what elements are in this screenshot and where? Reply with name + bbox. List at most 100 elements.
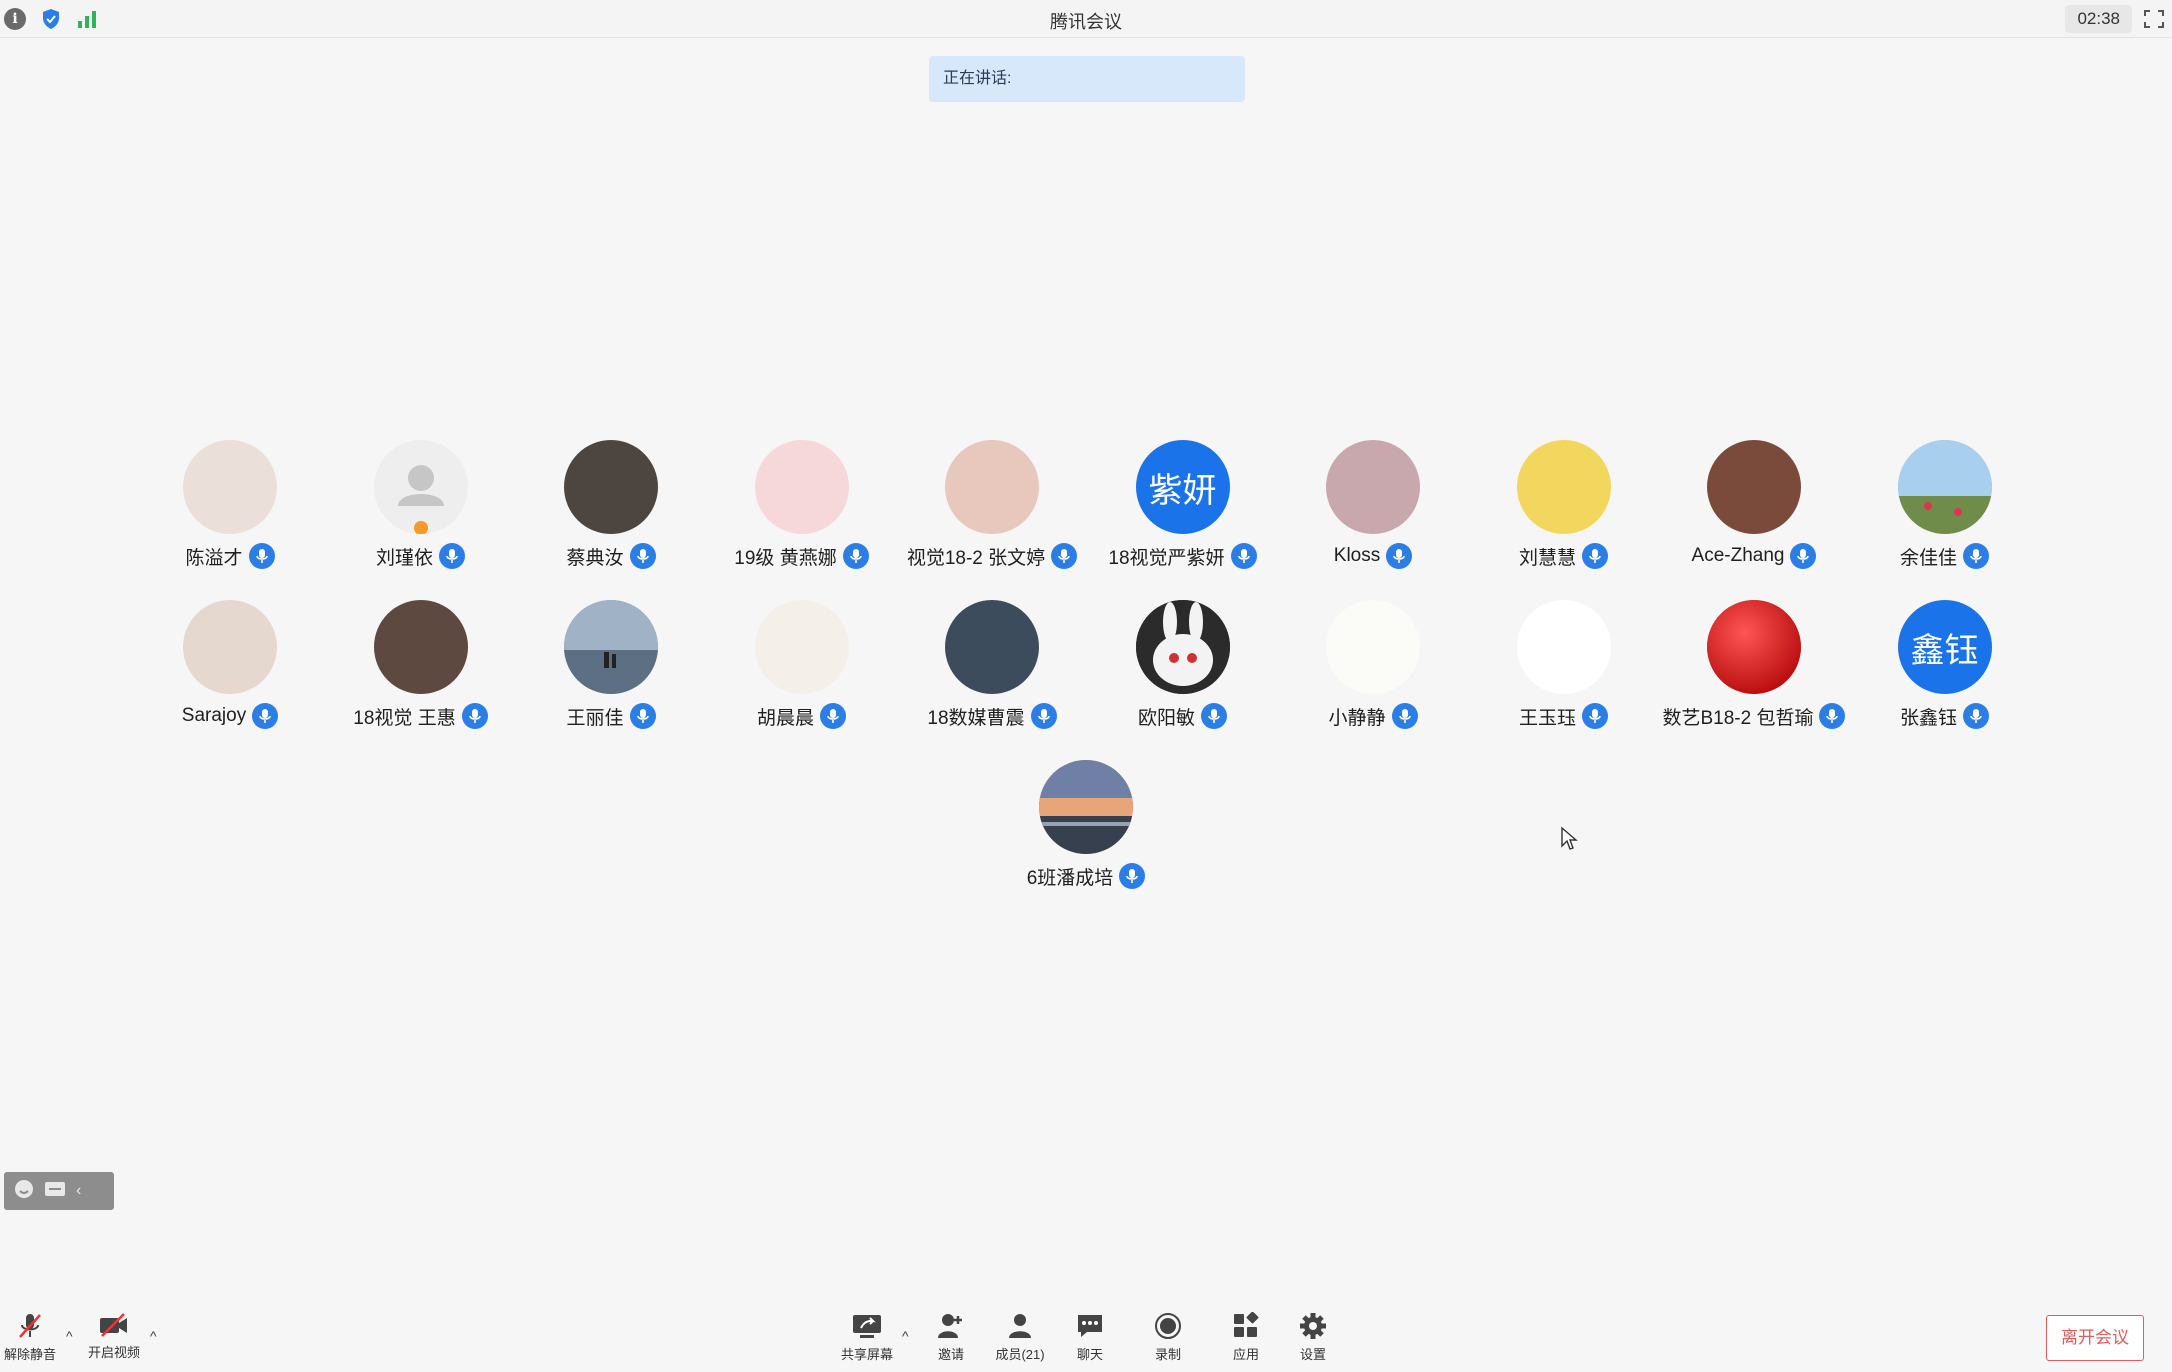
start-video-button[interactable]: 开启视频: [78, 1312, 150, 1368]
avatar: [945, 600, 1039, 694]
floating-panel-toggle[interactable]: ‹: [4, 1172, 114, 1210]
leave-meeting-button[interactable]: 离开会议: [2046, 1315, 2144, 1361]
participant-tile[interactable]: 数艺B18-2 包哲瑜: [1644, 600, 1864, 740]
avatar: [373, 440, 468, 534]
participant-tile[interactable]: 欧阳敏: [1073, 600, 1293, 740]
participant-tile[interactable]: 王丽佳: [501, 600, 721, 740]
video-off-icon: [100, 1313, 127, 1337]
invite-button[interactable]: 邀请: [915, 1312, 987, 1368]
participant-name: 张鑫钰: [1899, 707, 1957, 729]
participant-tile[interactable]: 刘瑾依: [311, 440, 531, 580]
participant-name-row: 胡晨晨: [692, 702, 912, 730]
participant-name: 数艺B18-2 包哲瑜: [1662, 707, 1814, 729]
participant-name: 胡晨晨: [756, 707, 814, 729]
participant-name-row: Sarajoy: [120, 702, 340, 730]
participant-name: 18数媒曹震: [927, 707, 1025, 729]
mic-icon: [1386, 543, 1413, 569]
record-icon: [1155, 1313, 1181, 1339]
participant-name-row: 数艺B18-2 包哲瑜: [1644, 702, 1864, 730]
caption-icon[interactable]: [44, 1180, 66, 1203]
mic-icon: [1119, 863, 1146, 889]
participant-name-row: 刘慧慧: [1454, 542, 1674, 570]
participant-name-row: 刘瑾依: [311, 542, 531, 570]
unmute-button[interactable]: 解除静音: [0, 1312, 66, 1368]
mic-icon: [820, 703, 846, 729]
avatar: [1326, 440, 1420, 534]
avatar: [1326, 600, 1420, 694]
invite-icon: [938, 1314, 962, 1338]
participant-name: 视觉18-2 张文婷: [906, 547, 1046, 569]
gear-icon: [1300, 1313, 1326, 1339]
share-screen-label: 共享屏幕: [840, 1347, 893, 1362]
participant-name-row: 王玉珏: [1454, 702, 1674, 730]
participant-tile[interactable]: 小静静: [1263, 600, 1483, 740]
participant-tile[interactable]: 鑫钰张鑫钰: [1835, 600, 2055, 740]
avatar: [754, 440, 849, 534]
apps-button[interactable]: 应用: [1210, 1312, 1282, 1368]
apps-icon: [1234, 1312, 1259, 1337]
mic-icon: [1790, 543, 1817, 569]
participant-name: 6班潘成培: [1026, 867, 1114, 889]
participant-tile[interactable]: 6班潘成培: [976, 760, 1196, 900]
mic-icon: [1963, 703, 1989, 729]
smile-icon[interactable]: [14, 1179, 34, 1204]
participant-tile[interactable]: 19级 黄燕娜: [692, 440, 912, 580]
participant-tile[interactable]: 胡晨晨: [692, 600, 912, 740]
participant-name: 蔡典汝: [566, 547, 624, 569]
participant-name-row: 18视觉 王惠: [311, 702, 531, 730]
avatar: [564, 440, 658, 534]
mic-icon: [439, 543, 465, 569]
share-options-icon[interactable]: ^: [902, 1328, 909, 1344]
participant-tile[interactable]: Ace-Zhang: [1644, 440, 1864, 580]
participant-name: Kloss: [1333, 545, 1381, 566]
participant-name-row: 欧阳敏: [1073, 702, 1293, 730]
chat-button[interactable]: 聊天: [1054, 1312, 1126, 1368]
collapse-chevron-icon[interactable]: ‹: [76, 1182, 81, 1200]
mic-icon: [1030, 703, 1057, 729]
participant-name: 余佳佳: [1899, 547, 1957, 569]
avatar-initials: 鑫钰: [1910, 630, 1979, 671]
participant-name-row: 余佳佳: [1835, 542, 2055, 570]
mic-icon: [1582, 543, 1608, 569]
avatar: 鑫钰: [1897, 600, 1992, 694]
avatar: [373, 600, 468, 694]
mic-icon: [1391, 703, 1418, 729]
audio-options-icon[interactable]: ^: [66, 1328, 73, 1344]
avatar: [1039, 760, 1133, 854]
mic-icon: [1963, 543, 1989, 569]
record-button[interactable]: 录制: [1132, 1312, 1204, 1368]
participant-tile[interactable]: 紫妍 18视觉严紫妍: [1073, 440, 1293, 580]
participant-name-row: 张鑫钰: [1835, 702, 2055, 730]
participant-name: Sarajoy: [181, 705, 247, 726]
mic-icon: [252, 703, 279, 729]
participant-tile[interactable]: 陈溢才: [120, 440, 340, 580]
participant-tile[interactable]: Sarajoy: [120, 600, 340, 740]
participant-name-row: Ace-Zhang: [1644, 542, 1864, 570]
participant-name: 欧阳敏: [1137, 707, 1195, 729]
participant-tile[interactable]: 蔡典汝: [501, 440, 721, 580]
participant-tile[interactable]: 刘慧慧: [1454, 440, 1674, 580]
share-screen-icon: [853, 1315, 881, 1338]
participant-name: 王丽佳: [566, 707, 624, 729]
participant-tile[interactable]: 王玉珏: [1454, 600, 1674, 740]
share-screen-button[interactable]: 共享屏幕: [831, 1312, 903, 1368]
mic-icon: [842, 543, 869, 569]
mic-icon: [248, 543, 275, 569]
video-options-icon[interactable]: ^: [150, 1328, 157, 1344]
participant-name: Ace-Zhang: [1691, 545, 1785, 566]
avatar: [754, 600, 849, 694]
bottom-toolbar: 解除静音 ^ 开启视频 ^ 共享屏幕 ^ 邀请 成员(21) 聊天 录制 应用 …: [0, 1300, 2172, 1372]
avatar: [1135, 600, 1230, 694]
mic-icon: [629, 543, 656, 569]
participant-name: 刘慧慧: [1518, 547, 1576, 569]
mic-icon: [1230, 543, 1257, 569]
participant-tile[interactable]: 18视觉 王惠: [311, 600, 531, 740]
participant-tile[interactable]: Kloss: [1263, 440, 1483, 580]
participant-name-row: 视觉18-2 张文婷: [882, 542, 1102, 570]
settings-button[interactable]: 设置: [1277, 1312, 1349, 1368]
members-button[interactable]: 成员(21): [984, 1312, 1056, 1368]
settings-label: 设置: [1299, 1347, 1326, 1362]
participant-tile[interactable]: 余佳佳: [1835, 440, 2055, 580]
participant-tile[interactable]: 视觉18-2 张文婷: [882, 440, 1102, 580]
participant-tile[interactable]: 18数媒曹震: [882, 600, 1102, 740]
